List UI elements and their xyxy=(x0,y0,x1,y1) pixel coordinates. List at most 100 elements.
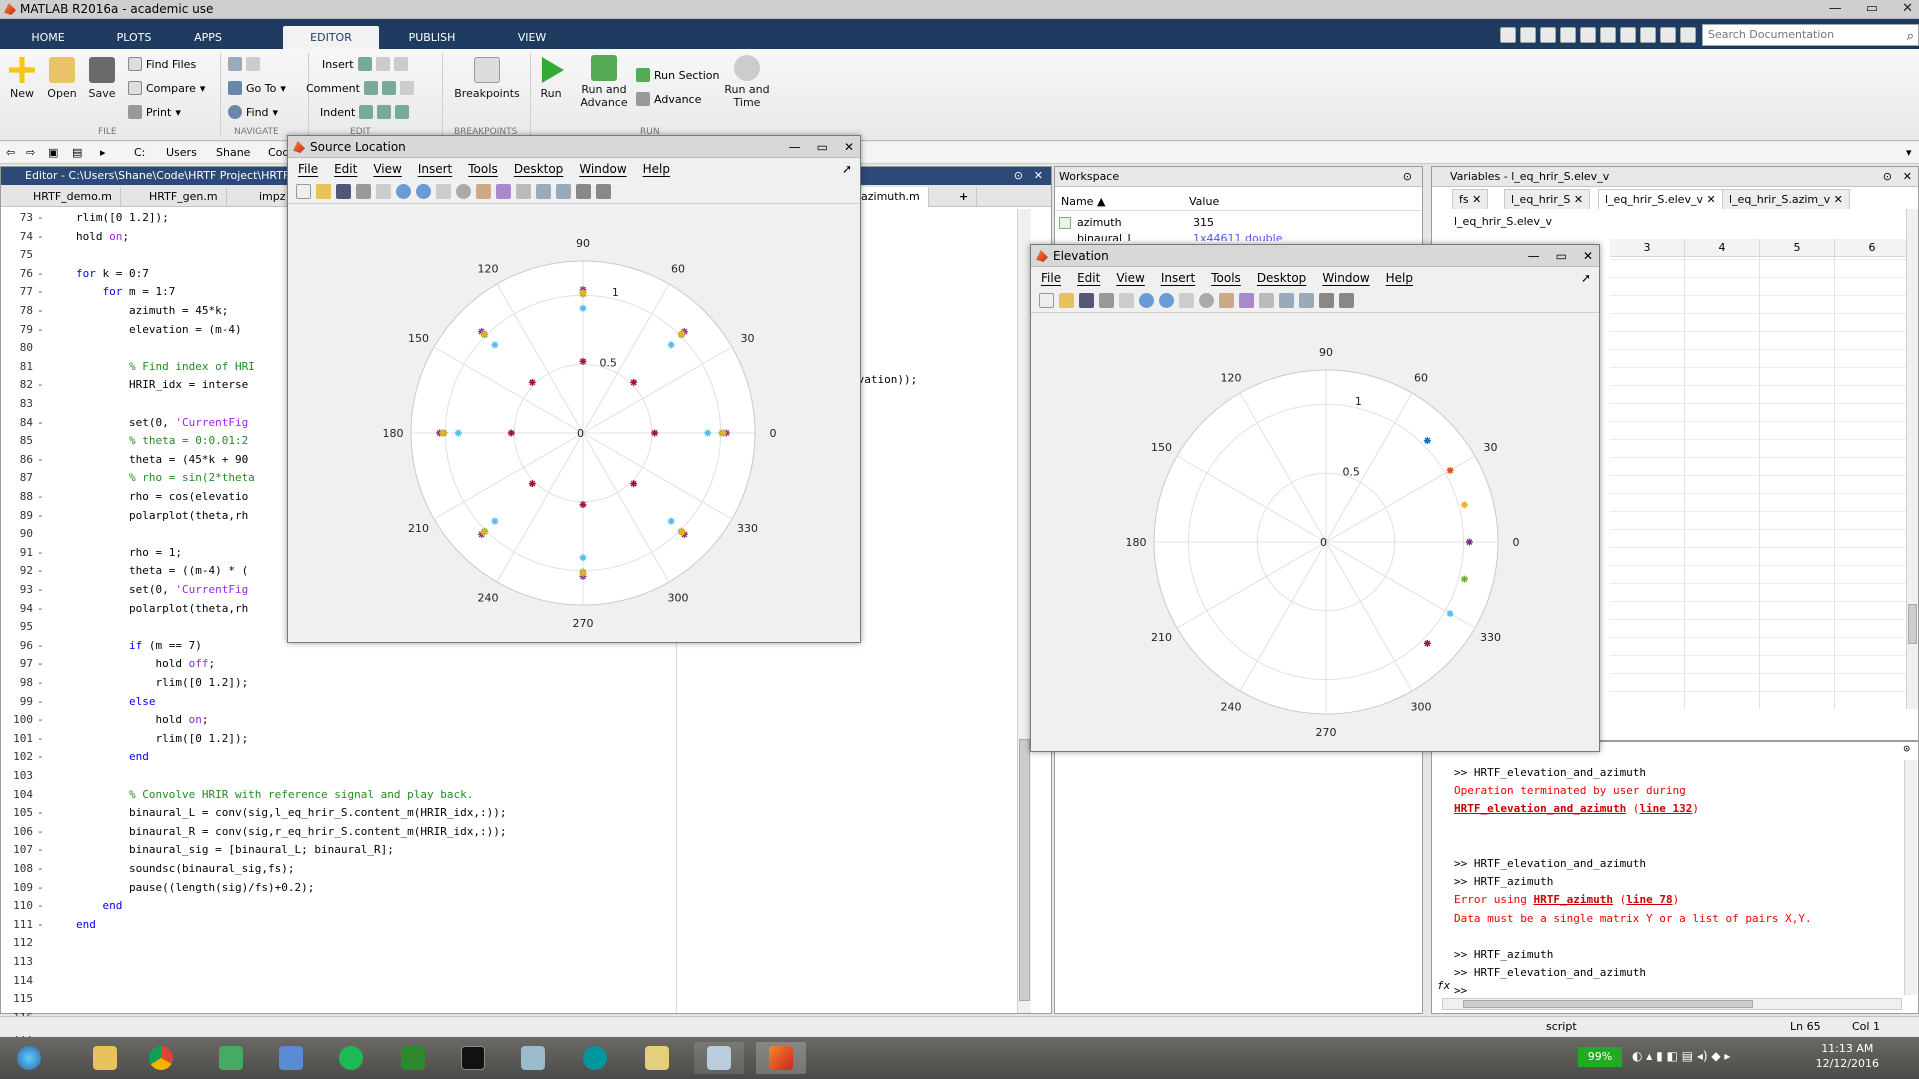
figure-source-location[interactable]: Source Location — ▭ ✕ File Edit View Insert To… xyxy=(287,135,861,643)
code-line[interactable]: else xyxy=(76,695,156,708)
find-files-button[interactable]: Find Files xyxy=(128,57,196,71)
pan-icon[interactable] xyxy=(436,184,451,199)
command-scrollbar[interactable] xyxy=(1904,760,1917,995)
code-line[interactable]: elevation = (m-4) xyxy=(76,323,242,336)
code-line[interactable]: % theta = 0:0.01:2 xyxy=(76,434,248,447)
breakpoint-dash[interactable]: - xyxy=(37,713,44,726)
tab-var-azim-v[interactable]: l_eq_hrir_S.azim_v ✕ xyxy=(1722,189,1850,209)
tab-view[interactable]: VIEW xyxy=(492,26,572,49)
breakpoint-dash[interactable]: - xyxy=(37,211,44,224)
colorbar-icon[interactable] xyxy=(1279,293,1294,308)
tab-var-fs[interactable]: fs ✕ xyxy=(1452,189,1489,209)
taskbar-virtualbox[interactable] xyxy=(508,1042,558,1074)
taskbar-arduino[interactable] xyxy=(570,1042,620,1074)
pan-icon[interactable] xyxy=(1179,293,1194,308)
paste-icon[interactable] xyxy=(1580,27,1596,43)
code-line[interactable]: hold on; xyxy=(76,230,129,243)
brush-icon[interactable] xyxy=(1239,293,1254,308)
new-figure-icon[interactable] xyxy=(1039,293,1054,308)
browse-folder-icon[interactable]: ▤ xyxy=(72,146,82,159)
variable-grid[interactable] xyxy=(1610,257,1910,709)
minimize-button[interactable]: — xyxy=(1829,0,1842,19)
code-line[interactable]: HRIR_idx = interse xyxy=(76,378,248,391)
scrollbar-thumb[interactable] xyxy=(1019,739,1030,1001)
code-line[interactable]: azimuth = 45*k; xyxy=(76,304,228,317)
open-button[interactable]: Open xyxy=(44,57,80,100)
run-and-time-button[interactable]: Run and Time xyxy=(722,55,772,109)
tab-plots[interactable]: PLOTS xyxy=(104,26,164,49)
breakpoint-dash[interactable]: - xyxy=(37,546,44,559)
tab-apps[interactable]: APPS xyxy=(178,26,238,49)
code-line[interactable]: hold off; xyxy=(76,657,215,670)
code-line[interactable]: theta = (45*k + 90 xyxy=(76,453,248,466)
code-line[interactable]: % rho = sin(2*theta xyxy=(76,471,255,484)
code-line[interactable]: set(0, 'CurrentFig xyxy=(76,583,248,596)
workspace-row[interactable]: azimuth 315 xyxy=(1059,215,1419,231)
breakpoint-dash[interactable]: - xyxy=(37,583,44,596)
zoom-in-icon[interactable] xyxy=(1139,293,1154,308)
breakpoint-dash[interactable]: - xyxy=(37,416,44,429)
new-figure-icon[interactable] xyxy=(296,184,311,199)
go-to-button[interactable]: Go To ▾ xyxy=(228,81,286,95)
breakpoint-dash[interactable]: - xyxy=(37,862,44,875)
taskbar-app[interactable] xyxy=(266,1042,316,1074)
rotate-icon[interactable] xyxy=(1199,293,1214,308)
breakpoint-dash[interactable]: - xyxy=(37,657,44,670)
breakpoint-dash[interactable]: - xyxy=(37,323,44,336)
find-button[interactable]: Find ▾ xyxy=(228,105,278,119)
polar-plot-source-location[interactable]: 0 30 60 90 120 150 180 210 240 270 300 330 0 0.5 1 xyxy=(292,206,856,638)
taskbar-spotify[interactable] xyxy=(326,1042,376,1074)
breakpoint-dash[interactable]: - xyxy=(37,918,44,931)
grid-column-header[interactable]: 3 xyxy=(1610,239,1685,257)
rotate-icon[interactable] xyxy=(456,184,471,199)
code-line[interactable]: for m = 1:7 xyxy=(76,285,176,298)
menu-window[interactable]: Window xyxy=(579,158,626,180)
code-line[interactable]: rlim([0 1.2]); xyxy=(76,732,248,745)
start-button[interactable] xyxy=(4,1042,50,1074)
breakpoint-dash[interactable]: - xyxy=(37,695,44,708)
code-line[interactable]: pause((length(sig)/fs)+0.2); xyxy=(76,881,314,894)
search-documentation-input[interactable]: Search Documentation ⌕ xyxy=(1702,24,1919,46)
legend-icon[interactable] xyxy=(1299,293,1314,308)
figure-elevation[interactable]: Elevation — ▭ ✕ File Edit View Insert Tools Des… xyxy=(1030,244,1600,752)
path-segment[interactable]: Shane xyxy=(216,146,250,159)
fx-icon[interactable]: fx xyxy=(1437,979,1450,992)
advance-button[interactable]: Advance xyxy=(636,92,701,106)
run-and-advance-button[interactable]: Run and Advance xyxy=(578,55,630,109)
code-line[interactable]: hold on; xyxy=(76,713,208,726)
select-arrow-icon[interactable] xyxy=(1119,293,1134,308)
code-line[interactable]: soundsc(binaural_sig,fs); xyxy=(76,862,295,875)
hide-tools-icon[interactable] xyxy=(1319,293,1334,308)
print-icon[interactable] xyxy=(1099,293,1114,308)
zoom-out-icon[interactable] xyxy=(1159,293,1174,308)
scrollbar-thumb[interactable] xyxy=(1463,1000,1753,1008)
system-clock[interactable]: 11:13 AM 12/12/2016 xyxy=(1816,1041,1879,1071)
tray-icons[interactable]: ◐ ▴ ▮ ◧ ▤ ◂) ◆ ▸ xyxy=(1632,1049,1730,1063)
back-icon[interactable]: ⇦ xyxy=(6,146,15,159)
breakpoint-dash[interactable]: - xyxy=(37,490,44,503)
menu-insert[interactable]: Insert xyxy=(1161,267,1195,289)
menu-view[interactable]: View xyxy=(1116,267,1144,289)
breakpoint-dash[interactable]: - xyxy=(37,639,44,652)
figure-titlebar[interactable]: Source Location — ▭ ✕ xyxy=(288,136,860,158)
column-value[interactable]: Value xyxy=(1189,195,1219,208)
taskbar-app[interactable] xyxy=(632,1042,682,1074)
maximize-button[interactable]: ▭ xyxy=(1556,245,1567,267)
code-line[interactable]: rlim([0 1.2]); xyxy=(76,211,169,224)
command-window[interactable]: ⊙ >> HRTF_elevation_and_azimuth Operation… xyxy=(1431,741,1919,1014)
scrollbar-thumb[interactable] xyxy=(1908,604,1917,644)
close-icon[interactable]: ✕ xyxy=(1034,167,1043,185)
menu-edit[interactable]: Edit xyxy=(1077,267,1100,289)
data-cursor-icon[interactable] xyxy=(1219,293,1234,308)
code-line[interactable]: polarplot(theta,rh xyxy=(76,509,248,522)
maximize-button[interactable]: ▭ xyxy=(1866,0,1878,19)
hide-tools-icon[interactable] xyxy=(576,184,591,199)
menu-window[interactable]: Window xyxy=(1322,267,1369,289)
up-folder-icon[interactable]: ▣ xyxy=(48,146,58,159)
taskbar-explorer[interactable] xyxy=(80,1042,130,1074)
brush-icon[interactable] xyxy=(496,184,511,199)
new-tab-button[interactable]: + xyxy=(951,187,978,207)
menu-insert[interactable]: Insert xyxy=(418,158,452,180)
save-icon[interactable] xyxy=(1520,27,1536,43)
forward-icon[interactable]: ⇨ xyxy=(26,146,35,159)
